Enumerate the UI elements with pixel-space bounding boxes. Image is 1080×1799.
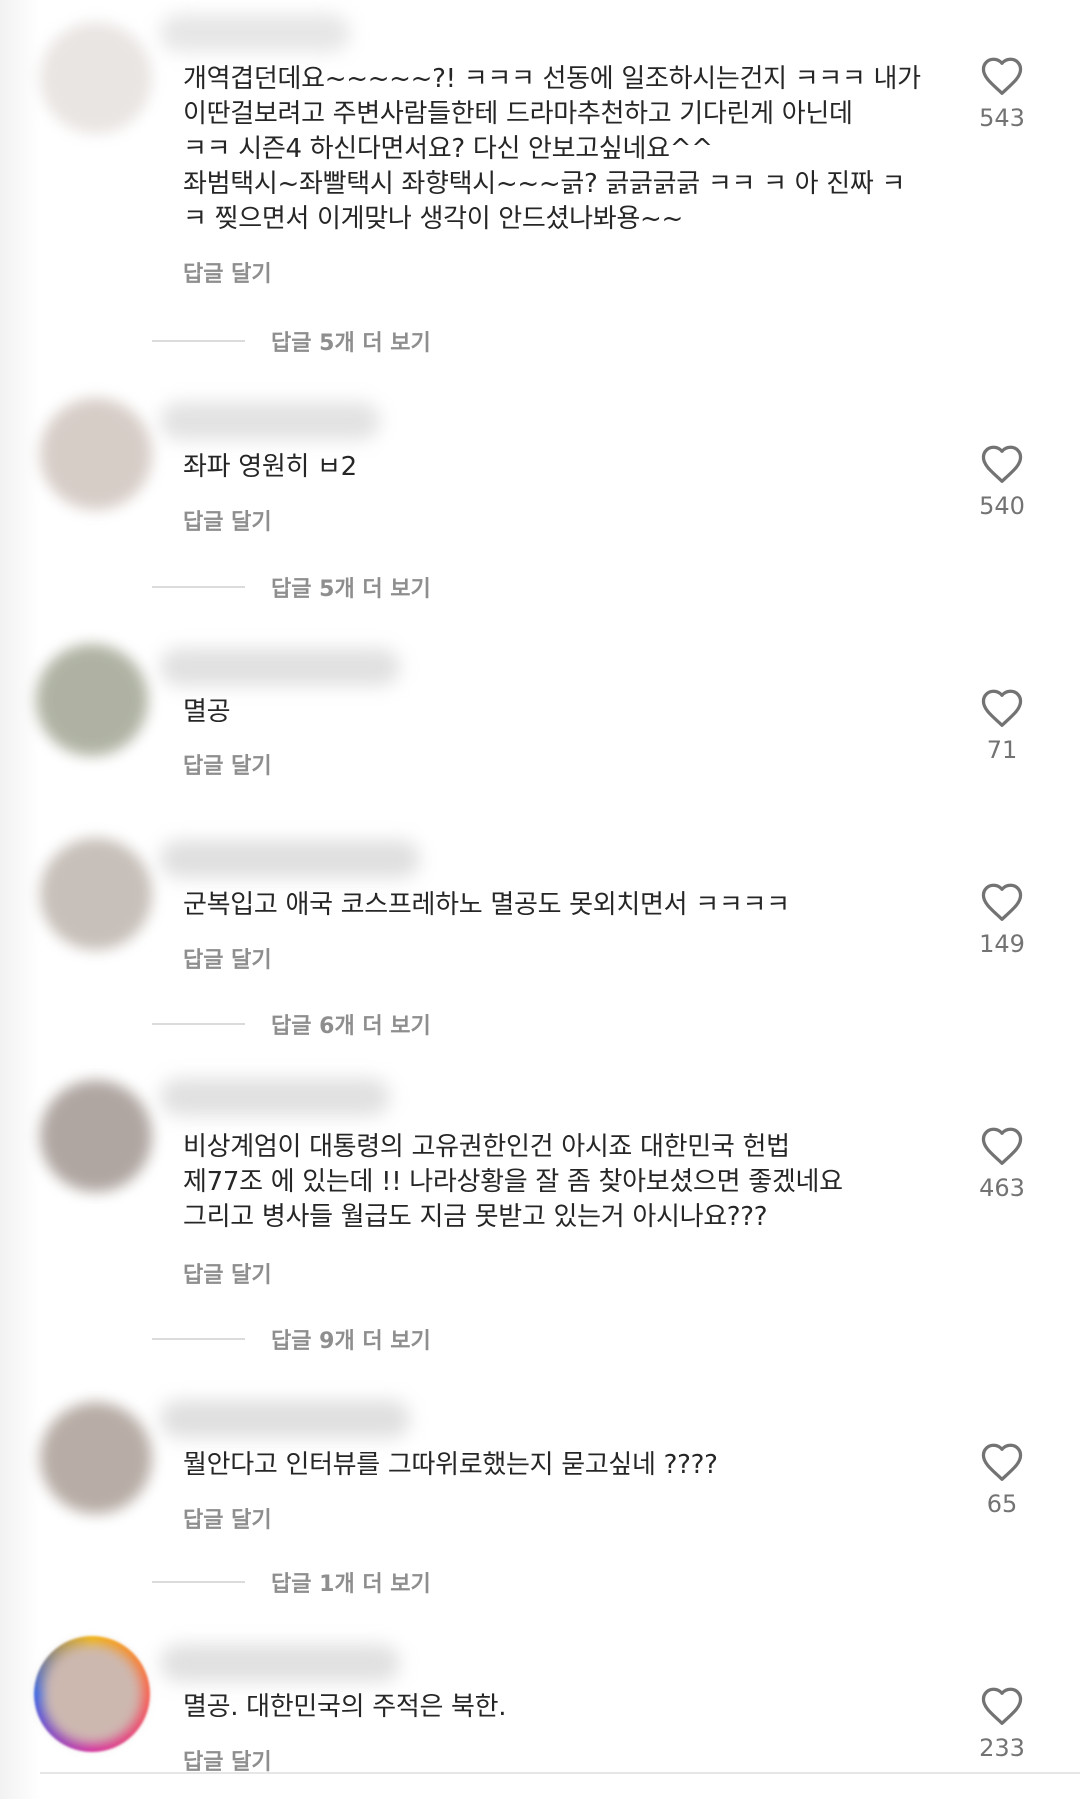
view-replies-button[interactable]: 답글 1개 더 보기 xyxy=(152,1567,431,1597)
comment-text: 멸공. 대한민국의 주적은 북한. xyxy=(183,1692,507,1722)
comment-text: 비상계엄이 대통령의 고유권한인건 아시죠 대한민국 헌법 제77조 에 있는데… xyxy=(183,1132,843,1232)
view-replies-divider xyxy=(152,586,245,588)
view-replies-button[interactable]: 답글 5개 더 보기 xyxy=(152,572,431,602)
view-replies-divider xyxy=(152,1581,245,1583)
comment-text: 멸공 xyxy=(183,697,231,727)
avatar[interactable] xyxy=(36,644,148,756)
like-button[interactable]: 233 xyxy=(962,1686,1042,1762)
reply-button[interactable]: 답글 달기 xyxy=(183,1502,272,1534)
view-replies-divider xyxy=(152,1023,245,1025)
like-button[interactable]: 65 xyxy=(962,1442,1042,1518)
view-replies-divider xyxy=(152,1338,245,1340)
reply-button[interactable]: 답글 달기 xyxy=(183,942,272,974)
reply-button[interactable]: 답글 달기 xyxy=(183,748,272,780)
like-button[interactable]: 71 xyxy=(962,688,1042,764)
reply-button[interactable]: 답글 달기 xyxy=(183,504,272,536)
heart-outline-icon xyxy=(981,445,1023,483)
comment-text: 군복입고 애국 코스프레하노 멸공도 못외치면서 ㅋㅋㅋㅋ xyxy=(183,890,790,920)
view-replies-label: 답글 9개 더 보기 xyxy=(271,1329,431,1354)
view-replies-button[interactable]: 답글 6개 더 보기 xyxy=(152,1009,431,1039)
like-count: 71 xyxy=(986,736,1018,764)
avatar[interactable] xyxy=(40,22,152,134)
username-blurred[interactable] xyxy=(160,1400,410,1438)
heart-outline-icon xyxy=(981,1443,1023,1481)
view-replies-label: 답글 5개 더 보기 xyxy=(271,331,431,356)
avatar xyxy=(41,1643,143,1745)
username-blurred[interactable] xyxy=(160,840,420,878)
view-replies-label: 답글 6개 더 보기 xyxy=(271,1014,431,1039)
like-button[interactable]: 540 xyxy=(962,444,1042,520)
heart-outline-icon xyxy=(981,689,1023,727)
view-replies-label: 답글 5개 더 보기 xyxy=(271,577,431,602)
heart-outline-icon xyxy=(981,1687,1023,1725)
like-count: 543 xyxy=(979,104,1025,132)
like-button[interactable]: 463 xyxy=(962,1126,1042,1202)
like-count: 540 xyxy=(979,492,1025,520)
username-blurred[interactable] xyxy=(160,402,380,440)
username-blurred[interactable] xyxy=(160,1078,390,1116)
view-replies-button[interactable]: 답글 5개 더 보기 xyxy=(152,326,431,356)
avatar[interactable] xyxy=(40,1402,152,1514)
username-blurred[interactable] xyxy=(160,648,400,686)
username-blurred[interactable] xyxy=(160,14,350,52)
left-edge-shadow xyxy=(0,0,40,1799)
reply-button[interactable]: 답글 달기 xyxy=(183,256,272,288)
comment-text: 좌파 영원히 ㅂ2 xyxy=(183,452,357,482)
avatar[interactable] xyxy=(40,398,152,510)
avatar-story-ring[interactable] xyxy=(34,1636,150,1752)
like-count: 65 xyxy=(986,1490,1018,1518)
avatar[interactable] xyxy=(40,1080,152,1192)
bottom-divider xyxy=(40,1772,1080,1774)
heart-outline-icon xyxy=(981,1127,1023,1165)
like-count: 463 xyxy=(979,1174,1025,1202)
like-button[interactable]: 543 xyxy=(962,56,1042,132)
view-replies-divider xyxy=(152,340,245,342)
like-button[interactable]: 149 xyxy=(962,882,1042,958)
heart-outline-icon xyxy=(981,57,1023,95)
heart-outline-icon xyxy=(981,883,1023,921)
comment-text: 개역겹던데요~~~~~?! ㅋㅋㅋ 선동에 일조하시는건지 ㅋㅋㅋ 내가 이딴걸… xyxy=(183,64,921,234)
reply-button[interactable]: 답글 달기 xyxy=(183,1257,272,1289)
view-replies-button[interactable]: 답글 9개 더 보기 xyxy=(152,1324,431,1354)
avatar[interactable] xyxy=(40,838,152,950)
like-count: 149 xyxy=(979,930,1025,958)
username-blurred[interactable] xyxy=(160,1644,400,1682)
view-replies-label: 답글 1개 더 보기 xyxy=(271,1572,431,1597)
comment-text: 뭘안다고 인터뷰를 그따위로했는지 묻고싶네 ???? xyxy=(183,1450,718,1480)
like-count: 233 xyxy=(979,1734,1025,1762)
